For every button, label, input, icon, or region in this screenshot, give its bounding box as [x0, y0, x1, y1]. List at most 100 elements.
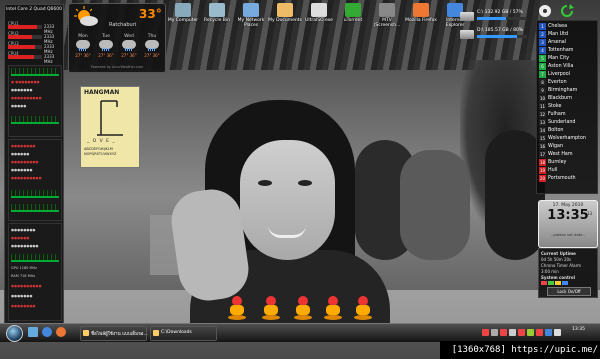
league-row[interactable]: 13 Sunderland	[539, 119, 595, 127]
dock-launcher-figure[interactable]	[228, 296, 246, 322]
league-row[interactable]: 17 West Ham	[539, 151, 595, 159]
desktop-icon[interactable]: My Network Places	[234, 3, 268, 28]
network-icon[interactable]	[545, 329, 552, 336]
hard-drive-icon	[460, 30, 474, 39]
league-row[interactable]: 16 Wigan	[539, 143, 595, 151]
dock-launcher-figure[interactable]	[294, 296, 312, 322]
tray-icon[interactable]	[491, 329, 498, 336]
logoff-icon[interactable]	[562, 281, 568, 285]
league-position: 13	[539, 119, 546, 126]
desktop-icon-image	[345, 3, 361, 17]
hangman-letter-buttons[interactable]: ABCDEFGHIJKLM NOPQRSTUVWXYZ	[84, 147, 136, 156]
hard-drive-icon	[460, 12, 474, 21]
lock-toggle-button[interactable]: Lock On/Off	[547, 287, 591, 296]
league-row[interactable]: 2 Man Utd	[539, 31, 595, 39]
league-row[interactable]: 5 Man City	[539, 55, 595, 63]
timer-value: 3:00 min	[541, 269, 559, 274]
desktop-icon-image	[175, 3, 191, 17]
weather-gadget[interactable]: 33° Ratchaburi Mon 27° 36° Tue 27° 36° Wed…	[68, 3, 166, 73]
desktop-icon[interactable]: uTorrent	[336, 3, 370, 23]
clock-message: ..please set date..	[550, 232, 586, 237]
desktop-icon[interactable]: UltraISO.exe	[302, 3, 336, 23]
desktop-icon-label: My Network Places	[237, 18, 265, 28]
tray-icon[interactable]	[527, 329, 534, 336]
cpu-graph	[11, 68, 59, 76]
desktop-icon-image	[277, 3, 293, 17]
drive-info: 132.92 GB / 57%	[484, 10, 523, 15]
show-desktop-icon[interactable]	[28, 327, 38, 337]
start-button[interactable]	[6, 325, 23, 342]
sun-cloud-icon	[74, 6, 98, 26]
cpu-core-row: CPU4 2333 MHz	[8, 51, 60, 64]
league-position: 19	[539, 167, 546, 174]
league-position: 7	[539, 71, 546, 78]
rain-icon	[122, 40, 136, 51]
taskbar: ชื่อไฟล์ผู้ใช้งาน แบบเต็มจอ... C:\Downlo…	[0, 323, 600, 342]
window-icon	[83, 330, 89, 336]
shutdown-icon[interactable]	[541, 281, 547, 285]
league-row[interactable]: 14 Bolton	[539, 127, 595, 135]
hangman-gadget[interactable]: HANGMAN _ O V E _ ABCDEFGHIJKLM NOPQRSTU…	[80, 86, 140, 168]
league-position: 1	[539, 23, 546, 30]
refresh-icon[interactable]	[560, 4, 574, 18]
desktop-icon-label: UltraISO.exe	[305, 18, 333, 23]
drive-c[interactable]: C:\ 132.92 GB / 57%	[460, 10, 530, 26]
sysctl-tabs[interactable]: Chrono Timer Alarm	[541, 263, 581, 268]
current-temperature: 33°	[139, 7, 162, 21]
taskbar-button[interactable]: C:\Downloads	[150, 326, 217, 341]
drive-info: 185.57 GB / 80%	[484, 28, 524, 33]
desktop-icon[interactable]: MTV (Screensh...	[370, 3, 404, 28]
watermark: [1360x768] https://upic.me/	[440, 341, 600, 359]
desktop-icon-image	[379, 3, 395, 17]
desktop-icon[interactable]: My Documents	[268, 3, 302, 23]
league-row[interactable]: 8 Everton	[539, 79, 595, 87]
league-row[interactable]: 15 Wolverhampton	[539, 135, 595, 143]
league-row[interactable]: 7 Liverpool	[539, 71, 595, 79]
internet-explorer-icon[interactable]	[42, 327, 52, 337]
volume-icon[interactable]	[554, 329, 561, 336]
league-row[interactable]: 12 Fulham	[539, 111, 595, 119]
desktop-icon[interactable]: My Computer	[166, 3, 200, 23]
drive-d[interactable]: D:\ 185.57 GB / 80%	[460, 28, 530, 44]
dock-launcher-figure[interactable]	[354, 296, 372, 322]
tray-icon[interactable]	[518, 329, 525, 336]
league-row[interactable]: 4 Tottenham	[539, 47, 595, 55]
desktop-icon-label: My Computer	[167, 18, 199, 23]
dock-launcher-figure[interactable]	[262, 296, 280, 322]
league-position: 2	[539, 31, 546, 38]
tray-clock[interactable]: 13:35	[572, 327, 585, 332]
league-team: Portsmouth	[548, 176, 576, 181]
league-row[interactable]: 19 Hull	[539, 167, 595, 175]
dock-launcher-figure[interactable]	[324, 296, 342, 322]
league-row[interactable]: 20 Portsmouth	[539, 175, 595, 183]
league-row[interactable]: 3 Arsenal	[539, 39, 595, 47]
cpu-title: Intel Core 2 Quad Q6600	[6, 7, 62, 12]
league-row[interactable]: 10 Blackburn	[539, 95, 595, 103]
league-row[interactable]: 11 Stoke	[539, 103, 595, 111]
firefox-icon[interactable]	[56, 327, 66, 337]
taskbar-button[interactable]: ชื่อไฟล์ผู้ใช้งาน แบบเต็มจอ...	[80, 326, 148, 341]
desktop-icon[interactable]: Recycle Bin	[200, 3, 234, 23]
desktop-icon-label: Mozilla Firefox	[405, 18, 437, 23]
clock-seconds: 13	[587, 211, 593, 216]
league-row[interactable]: 6 Aston Villa	[539, 63, 595, 71]
league-row[interactable]: 1 Chelsea	[539, 23, 595, 31]
hangman-title: HANGMAN	[84, 89, 120, 96]
tray-icon[interactable]	[536, 329, 543, 336]
wallpaper-eyes	[258, 180, 318, 188]
cpu-core-mhz: 2333 MHz	[44, 54, 55, 64]
tray-icon[interactable]	[482, 329, 489, 336]
standby-icon[interactable]	[555, 281, 561, 285]
league-row[interactable]: 18 Burnley	[539, 159, 595, 167]
cpu-load-bar	[8, 35, 42, 39]
tray-icon[interactable]	[500, 329, 507, 336]
restart-icon[interactable]	[548, 281, 554, 285]
tray-icon[interactable]	[509, 329, 516, 336]
forecast-day: Thu 27° 36°	[144, 34, 160, 58]
system-control-gadget: Current Uptime 0d 5h 50m 20s Chrono Time…	[538, 248, 598, 298]
league-position: 8	[539, 79, 546, 86]
cpu-core-row: CPU3 2333 MHz	[8, 41, 60, 54]
desktop-icon-image	[413, 3, 429, 17]
desktop-icon[interactable]: Mozilla Firefox	[404, 3, 438, 23]
league-row[interactable]: 9 Birmingham	[539, 87, 595, 95]
